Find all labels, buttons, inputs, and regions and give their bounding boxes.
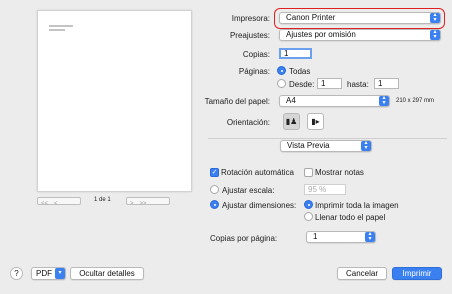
paper-size-value: A4 xyxy=(286,96,296,105)
copies-field[interactable]: 1 xyxy=(279,48,312,59)
fill-paper-label: Llenar todo el papel xyxy=(315,213,386,222)
presets-value: Ajustes por omisión xyxy=(286,30,356,39)
pages-all-label: Todas xyxy=(289,67,311,76)
popup-arrows-icon: ▴ ▾ xyxy=(430,12,440,23)
show-notes-checkbox[interactable] xyxy=(304,168,313,177)
pages-from-field[interactable]: 1 xyxy=(317,78,342,89)
scale-field[interactable]: 95 % xyxy=(304,184,346,195)
paper-size-label: Tamaño del papel: xyxy=(204,97,270,106)
show-notes-label: Mostrar notas xyxy=(315,168,364,177)
preview-first-prev-buttons[interactable]: << < xyxy=(37,197,81,207)
auto-rotate-label: Rotación automática xyxy=(221,168,294,177)
printer-value: Canon Printer xyxy=(286,13,336,22)
popup-arrows-icon: ▴ ▾ xyxy=(365,231,375,242)
auto-rotate-checkbox[interactable]: ✓ xyxy=(210,168,219,177)
first-page-button[interactable]: << xyxy=(38,201,51,207)
presets-popup[interactable]: Ajustes por omisión ▴ ▾ xyxy=(279,29,441,41)
print-entire-image-radio[interactable] xyxy=(304,200,313,209)
section-value: Vista Previa xyxy=(287,141,330,150)
pages-all-radio[interactable] xyxy=(277,66,286,75)
fit-size-radio[interactable] xyxy=(210,200,219,209)
portrait-orientation-button[interactable]: ▮♟ xyxy=(283,113,300,130)
fit-size-label: Ajustar dimensiones: xyxy=(222,201,297,210)
print-entire-image-label: Imprimir toda la imagen xyxy=(315,201,399,210)
pages-to-label: hasta: xyxy=(347,80,369,89)
preview-line xyxy=(49,29,65,31)
preview-next-last-buttons[interactable]: > >> xyxy=(126,197,170,207)
portrait-icon: ▮♟ xyxy=(285,117,298,126)
orientation-label: Orientación: xyxy=(226,118,270,127)
printer-label: Impresora: xyxy=(231,14,270,23)
preview-page-content xyxy=(49,25,73,33)
landscape-icon: ▮▸ xyxy=(311,117,320,126)
pdf-label: PDF xyxy=(36,269,52,278)
popup-arrows-icon: ▴ ▾ xyxy=(430,29,440,40)
pages-to-field[interactable]: 1 xyxy=(374,78,399,89)
scale-radio[interactable] xyxy=(210,185,219,194)
section-popup[interactable]: Vista Previa ▴ ▾ xyxy=(280,140,372,152)
help-button[interactable]: ? xyxy=(10,267,23,280)
prev-page-button[interactable]: < xyxy=(51,201,61,207)
chevron-down-icon: ▾ xyxy=(55,268,65,279)
scale-label: Ajustar escala: xyxy=(222,186,275,195)
hide-details-button[interactable]: Ocultar detalles xyxy=(70,267,144,280)
popup-arrows-icon: ▴ ▾ xyxy=(361,140,371,151)
pdf-menu-button[interactable]: PDF ▾ xyxy=(31,267,66,280)
fill-paper-radio[interactable] xyxy=(304,212,313,221)
pages-range-radio[interactable] xyxy=(277,79,286,88)
pages-label: Páginas: xyxy=(238,67,270,76)
landscape-orientation-button[interactable]: ▮▸ xyxy=(307,113,324,130)
pages-from-label: Desde: xyxy=(289,80,315,89)
popup-arrows-icon: ▴ ▾ xyxy=(379,95,389,106)
print-preview xyxy=(37,10,192,192)
presets-label: Preajustes: xyxy=(229,31,270,40)
preview-line xyxy=(49,25,73,27)
paper-size-popup[interactable]: A4 ▴ ▾ xyxy=(279,95,390,107)
divider xyxy=(208,138,447,139)
next-page-button[interactable]: > xyxy=(127,201,137,207)
page-indicator: 1 de 1 xyxy=(94,197,111,203)
copies-label: Copias: xyxy=(242,50,270,59)
printer-popup[interactable]: Canon Printer ▴ ▾ xyxy=(279,12,441,24)
print-button[interactable]: Imprimir xyxy=(392,267,442,280)
copies-per-page-popup[interactable]: 1 ▴ ▾ xyxy=(306,231,376,243)
cancel-button[interactable]: Cancelar xyxy=(337,267,387,280)
copies-per-page-value: 1 xyxy=(313,232,318,241)
copies-per-page-label: Copias por página: xyxy=(210,234,278,243)
paper-dimensions: 210 x 297 mm xyxy=(396,98,435,104)
last-page-button[interactable]: >> xyxy=(137,201,150,207)
